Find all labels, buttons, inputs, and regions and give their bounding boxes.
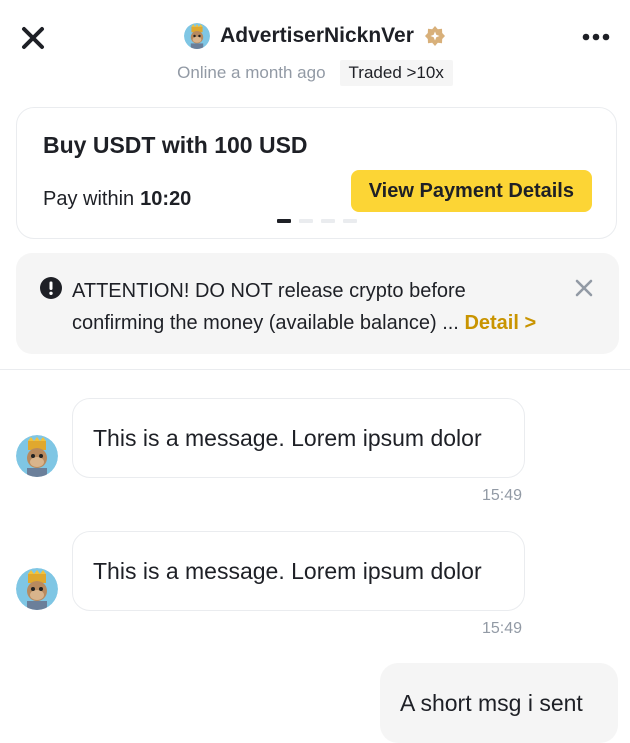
divider [0,369,630,370]
exclamation-icon [40,277,62,299]
message-time: 15:49 [482,487,523,504]
close-icon [575,279,593,297]
view-payment-details-button[interactable]: View Payment Details [350,170,592,212]
more-icon [582,33,610,41]
merchant-badge-icon [424,26,445,46]
more-options-button[interactable] [582,29,610,45]
pagination-dot[interactable] [277,219,291,223]
order-title: Buy USDT with 100 USD [43,132,308,158]
order-card: Buy USDT with 100 USD Pay within 10:20 Vi… [16,107,617,239]
pay-within-label: Pay within [43,188,135,210]
advertiser-avatar [184,23,211,49]
attention-message: ATTENTION! DO NOT release crypto before … [72,280,466,334]
advertiser-status-row: Online a month ago Traded >10x [0,60,630,86]
advertiser-name: AdvertiserNicknVer [220,24,414,47]
advertiser-avatar[interactable] [16,568,58,610]
attention-detail-link[interactable]: Detail > [464,312,536,334]
pay-within-time: 10:20 [140,188,192,210]
pagination-dot[interactable] [343,219,357,223]
pagination-dot[interactable] [299,219,313,223]
message-bubble-incoming[interactable]: This is a message. Lorem ipsum dolor [72,398,525,478]
attention-text: ATTENTION! DO NOT release crypto before … [72,275,542,339]
chat-header-title: AdvertiserNicknVer [0,20,630,52]
traded-badge: Traded >10x [339,60,453,86]
pay-within: Pay within 10:20 [43,188,191,211]
message-bubble-outgoing[interactable]: A short msg i sent [380,663,618,743]
message-time: 15:49 [482,620,523,637]
advertiser-avatar[interactable] [16,435,58,477]
dismiss-attention-button[interactable] [575,279,593,297]
pagination-dot[interactable] [321,219,335,223]
card-pagination [277,219,357,223]
online-status: Online a month ago [177,63,326,82]
attention-banner: ATTENTION! DO NOT release crypto before … [16,253,619,354]
message-bubble-incoming[interactable]: This is a message. Lorem ipsum dolor [72,531,525,611]
